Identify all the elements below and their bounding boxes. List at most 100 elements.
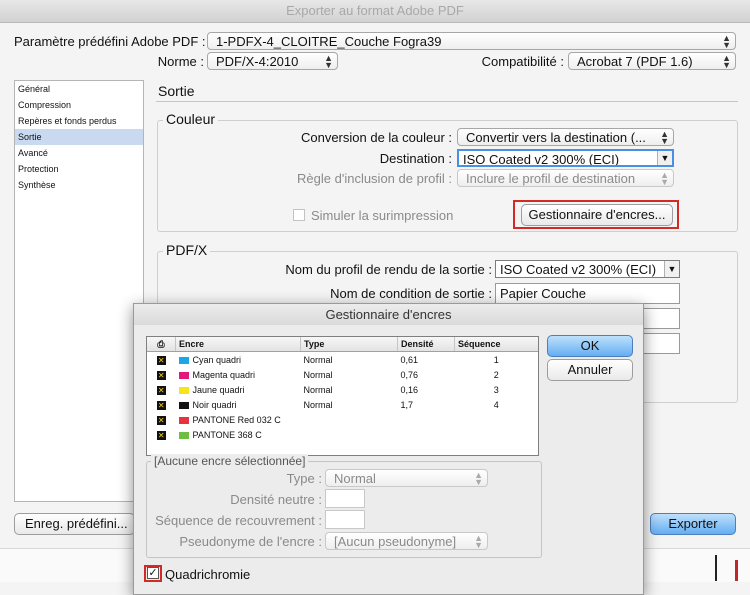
cancel-button[interactable]: Annuler bbox=[547, 359, 633, 381]
ink-sequence: 2 bbox=[493, 369, 499, 380]
ink-density: 0,61 bbox=[400, 354, 419, 365]
sidebar-item-general[interactable]: Général bbox=[15, 81, 143, 97]
ink-density: 0,76 bbox=[400, 369, 419, 380]
col-density[interactable]: Densité bbox=[397, 337, 455, 352]
ink-manager-title: Gestionnaire d'encres bbox=[134, 304, 643, 325]
table-row[interactable]: ✕ Noir quadri Normal 1,7 4 bbox=[147, 397, 538, 412]
ink-table: ⎙ Encre Type Densité Séquence ✕ Cyan qua… bbox=[147, 337, 538, 442]
ink-swatch bbox=[178, 431, 189, 439]
ink-type: Normal bbox=[303, 399, 333, 410]
chevron-down-icon: ▼ bbox=[474, 540, 483, 550]
destination-value: ISO Coated v2 300% (ECI) bbox=[463, 152, 620, 167]
pdfx-group-title: PDF/X bbox=[163, 242, 211, 258]
process-ink-icon: ✕ bbox=[156, 400, 166, 410]
type-select[interactable]: Normal ▲ ▼ bbox=[325, 469, 488, 487]
ink-name: Noir quadri bbox=[192, 399, 237, 410]
save-preset-button[interactable]: Enreg. prédéfini... bbox=[14, 513, 135, 535]
right-edge-red bbox=[735, 560, 738, 581]
inclusion-value: Inclure le profil de destination bbox=[466, 171, 636, 186]
preset-select[interactable]: 1-PDFX-4_CLOITRE_Couche Fogra39 ▲ ▼ bbox=[207, 32, 736, 50]
neutral-density-label: Densité neutre : bbox=[230, 492, 322, 507]
ink-sequence: 4 bbox=[493, 399, 499, 410]
ink-name: Magenta quadri bbox=[192, 369, 256, 380]
inclusion-label: Règle d'inclusion de profil : bbox=[297, 171, 452, 186]
sidebar-item-security[interactable]: Protection bbox=[15, 161, 143, 177]
trap-sequence-label: Séquence de recouvrement : bbox=[155, 513, 322, 528]
sidebar-item-compression[interactable]: Compression bbox=[15, 97, 143, 113]
color-group-title: Couleur bbox=[163, 111, 219, 127]
norme-select[interactable]: PDF/X-4:2010 ▲ ▼ bbox=[207, 52, 338, 70]
dropdown-arrow-icon: ▼ bbox=[657, 151, 672, 165]
ink-type: Normal bbox=[303, 369, 333, 380]
ink-name: PANTONE 368 C bbox=[192, 429, 262, 440]
ink-density: 0,16 bbox=[400, 384, 419, 395]
table-row[interactable]: ✕ PANTONE 368 C bbox=[147, 427, 538, 442]
ink-density bbox=[398, 427, 455, 442]
conversion-value: Convertir vers la destination (... bbox=[466, 130, 646, 145]
conversion-select[interactable]: Convertir vers la destination (... ▲ ▼ bbox=[457, 128, 674, 146]
chevron-down-icon: ▼ bbox=[660, 177, 669, 187]
ink-sequence bbox=[455, 412, 539, 427]
col-sequence[interactable]: Séquence bbox=[454, 337, 538, 352]
ink-density bbox=[398, 412, 455, 427]
ink-sequence bbox=[455, 427, 539, 442]
ink-alias-label: Pseudonyme de l'encre : bbox=[179, 534, 322, 549]
ink-name: Jaune quadri bbox=[192, 384, 245, 395]
all-process-label: Quadrichromie bbox=[165, 567, 251, 582]
process-ink-icon: ✕ bbox=[156, 355, 166, 365]
table-row[interactable]: ✕ PANTONE Red 032 C bbox=[147, 412, 538, 427]
compat-label: Compatibilité : bbox=[481, 54, 564, 69]
compat-value: Acrobat 7 (PDF 1.6) bbox=[577, 54, 693, 69]
preset-value: 1-PDFX-4_CLOITRE_Couche Fogra39 bbox=[216, 34, 442, 49]
ink-settings-group-title: [Aucune encre sélectionnée] bbox=[151, 454, 309, 468]
export-button[interactable]: Exporter bbox=[650, 513, 736, 535]
ink-swatch bbox=[178, 371, 189, 379]
print-icon-column: ⎙ bbox=[147, 337, 176, 352]
sidebar-nav: Général Compression Repères et fonds per… bbox=[14, 80, 144, 502]
trap-sequence-field[interactable] bbox=[325, 510, 365, 529]
type-value: Normal bbox=[334, 471, 376, 486]
sidebar-item-summary[interactable]: Synthèse bbox=[15, 177, 143, 193]
ink-manager-dialog: Gestionnaire d'encres ⎙ Encre Type Densi… bbox=[133, 303, 644, 595]
process-ink-icon: ✕ bbox=[156, 370, 166, 380]
ink-type: Normal bbox=[303, 384, 333, 395]
conversion-label: Conversion de la couleur : bbox=[300, 130, 452, 145]
preset-label: Paramètre prédéfini Adobe PDF : bbox=[14, 34, 206, 49]
ink-name: PANTONE Red 032 C bbox=[192, 414, 281, 425]
ink-table-frame: ⎙ Encre Type Densité Séquence ✕ Cyan qua… bbox=[146, 336, 539, 456]
table-row[interactable]: ✕ Cyan quadri Normal 0,61 1 bbox=[147, 352, 538, 368]
inclusion-select[interactable]: Inclure le profil de destination ▲ ▼ bbox=[457, 169, 674, 187]
compat-select[interactable]: Acrobat 7 (PDF 1.6) ▲ ▼ bbox=[568, 52, 736, 70]
chevron-down-icon: ▼ bbox=[722, 60, 731, 70]
neutral-density-field[interactable] bbox=[325, 489, 365, 508]
condition-name-field[interactable]: Papier Couche bbox=[495, 283, 680, 304]
col-type[interactable]: Type bbox=[300, 337, 398, 352]
all-process-checkbox[interactable]: ✓ bbox=[147, 567, 159, 579]
norme-value: PDF/X-4:2010 bbox=[216, 54, 299, 69]
simulate-overprint-checkbox[interactable] bbox=[293, 209, 305, 221]
table-row[interactable]: ✕ Jaune quadri Normal 0,16 3 bbox=[147, 382, 538, 397]
sidebar-item-marks-bleeds[interactable]: Repères et fonds perdus bbox=[15, 113, 143, 129]
ink-alias-select[interactable]: [Aucun pseudonyme] ▲ ▼ bbox=[325, 532, 488, 550]
ink-density: 1,7 bbox=[400, 399, 414, 410]
ok-button[interactable]: OK bbox=[547, 335, 633, 357]
output-profile-select[interactable]: ISO Coated v2 300% (ECI) ▼ bbox=[495, 260, 680, 278]
output-profile-label: Nom du profil de rendu de la sortie : bbox=[285, 262, 492, 277]
process-ink-icon: ✕ bbox=[156, 385, 166, 395]
process-ink-icon: ✕ bbox=[156, 415, 166, 425]
ink-manager-button[interactable]: Gestionnaire d'encres... bbox=[521, 204, 673, 226]
ink-type: Normal bbox=[303, 354, 333, 365]
destination-select[interactable]: ISO Coated v2 300% (ECI) ▼ bbox=[457, 149, 674, 167]
window-titlebar: Exporter au format Adobe PDF bbox=[0, 0, 750, 23]
table-row[interactable]: ✕ Magenta quadri Normal 0,76 2 bbox=[147, 367, 538, 382]
chevron-down-icon: ▼ bbox=[722, 40, 731, 50]
ink-swatch bbox=[178, 401, 189, 409]
ink-swatch bbox=[178, 356, 189, 364]
window-title: Exporter au format Adobe PDF bbox=[286, 3, 464, 18]
ink-name: Cyan quadri bbox=[192, 354, 242, 365]
sidebar-item-advanced[interactable]: Avancé bbox=[15, 145, 143, 161]
ink-alias-value: [Aucun pseudonyme] bbox=[334, 534, 457, 549]
col-ink[interactable]: Encre bbox=[175, 337, 301, 352]
sidebar-item-output[interactable]: Sortie bbox=[15, 129, 143, 145]
section-divider bbox=[156, 101, 738, 102]
